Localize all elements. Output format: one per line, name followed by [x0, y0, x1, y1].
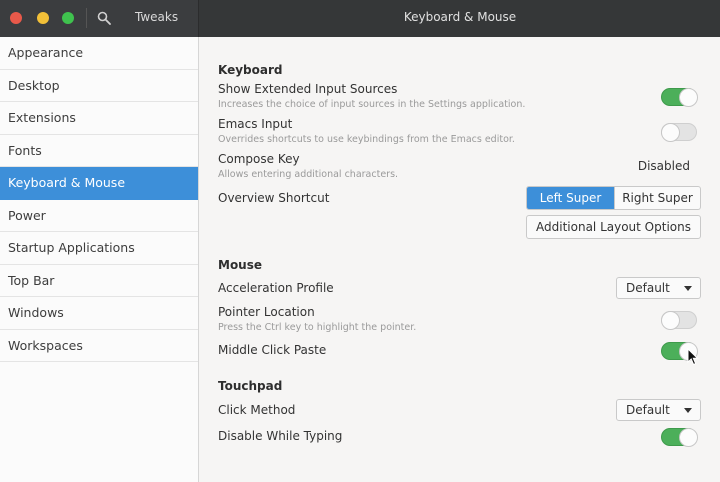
- click-method-value: Default: [626, 403, 670, 417]
- overview-shortcut-selector: Left Super Right Super: [526, 186, 701, 210]
- pointer-location-description: Press the Ctrl key to highlight the poin…: [218, 322, 417, 333]
- sidebar-item-desktop[interactable]: Desktop: [0, 70, 198, 102]
- sidebar-item-keyboard-mouse[interactable]: Keyboard & Mouse: [0, 167, 198, 200]
- additional-layout-options-button[interactable]: Additional Layout Options: [526, 215, 701, 239]
- close-window-button[interactable]: [10, 12, 22, 24]
- disable-while-typing-label: Disable While Typing: [218, 429, 343, 443]
- click-method-dropdown[interactable]: Default: [616, 399, 701, 421]
- emacs-input-switch[interactable]: [661, 123, 697, 142]
- minimize-window-button[interactable]: [37, 12, 49, 24]
- sidebar-item-top-bar[interactable]: Top Bar: [0, 265, 198, 297]
- sidebar-item-workspaces[interactable]: Workspaces: [0, 330, 198, 362]
- switch-knob: [679, 88, 698, 107]
- acceleration-profile-dropdown[interactable]: Default: [616, 277, 701, 299]
- overview-shortcut-label: Overview Shortcut: [218, 191, 330, 205]
- acceleration-profile-value: Default: [626, 281, 670, 295]
- chevron-down-icon: [684, 286, 692, 291]
- switch-knob: [661, 123, 680, 142]
- click-method-label: Click Method: [218, 403, 296, 417]
- left-super-button[interactable]: Left Super: [527, 187, 614, 209]
- mouse-pointer-icon: [687, 348, 699, 366]
- app-title: Tweaks: [135, 10, 179, 24]
- maximize-window-button[interactable]: [62, 12, 74, 24]
- pointer-location-switch[interactable]: [661, 311, 697, 330]
- emacs-input-description: Overrides shortcuts to use keybindings f…: [218, 134, 515, 145]
- switch-knob: [679, 428, 698, 447]
- compose-key-value[interactable]: Disabled: [638, 159, 690, 173]
- sidebar: Appearance Desktop Extensions Fonts Keyb…: [0, 37, 199, 482]
- sidebar-item-appearance[interactable]: Appearance: [0, 37, 198, 70]
- compose-key-label: Compose Key: [218, 152, 300, 166]
- mouse-section-title: Mouse: [218, 258, 263, 272]
- compose-key-description: Allows entering additional characters.: [218, 169, 399, 180]
- extended-input-switch[interactable]: [661, 88, 698, 107]
- settings-panel: Keyboard Show Extended Input Sources Inc…: [200, 37, 720, 482]
- disable-while-typing-switch[interactable]: [661, 428, 698, 447]
- touchpad-section-title: Touchpad: [218, 379, 283, 393]
- page-title: Keyboard & Mouse: [403, 10, 517, 24]
- keyboard-section-title: Keyboard: [218, 63, 283, 77]
- middle-click-paste-label: Middle Click Paste: [218, 343, 327, 357]
- search-icon[interactable]: [97, 11, 111, 25]
- acceleration-profile-label: Acceleration Profile: [218, 281, 334, 295]
- extended-input-description: Increases the choice of input sources in…: [218, 99, 526, 110]
- switch-knob: [661, 311, 680, 330]
- right-super-button[interactable]: Right Super: [614, 187, 700, 209]
- pointer-location-label: Pointer Location: [218, 305, 315, 319]
- titlebar-separator: [86, 8, 87, 28]
- chevron-down-icon: [684, 408, 692, 413]
- sidebar-item-fonts[interactable]: Fonts: [0, 135, 198, 167]
- titlebar-left: Tweaks: [0, 0, 199, 37]
- tweaks-window: Tweaks Keyboard & Mouse Appearance Deskt…: [0, 0, 720, 482]
- extended-input-label: Show Extended Input Sources: [218, 82, 398, 96]
- sidebar-item-power[interactable]: Power: [0, 200, 198, 232]
- sidebar-item-startup-applications[interactable]: Startup Applications: [0, 232, 198, 265]
- sidebar-item-windows[interactable]: Windows: [0, 297, 198, 330]
- titlebar: Tweaks Keyboard & Mouse: [0, 0, 720, 37]
- emacs-input-label: Emacs Input: [218, 117, 293, 131]
- sidebar-item-extensions[interactable]: Extensions: [0, 102, 198, 135]
